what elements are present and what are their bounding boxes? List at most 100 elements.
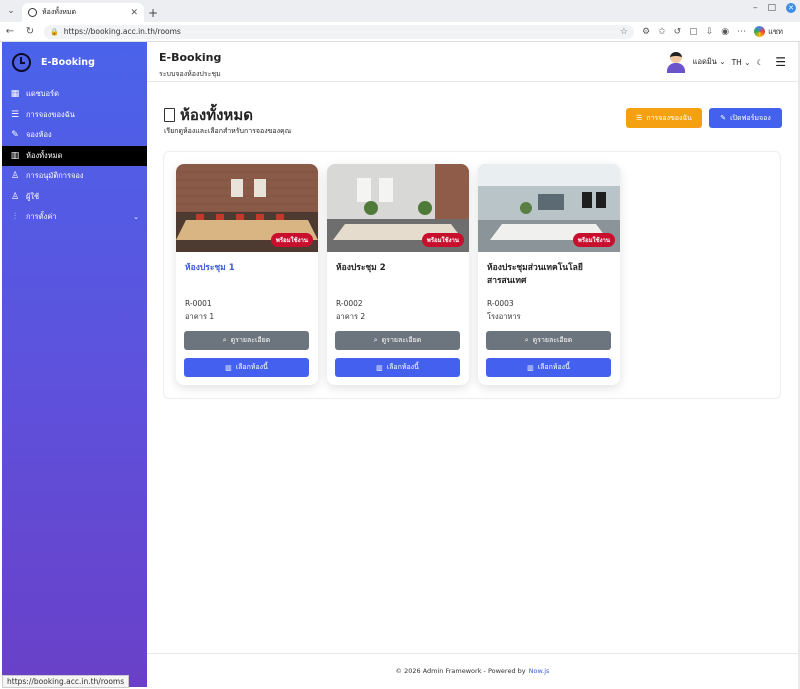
room-name[interactable]: ห้องประชุมส่วนเทคโนโลยีสารสนเทศ <box>487 262 615 288</box>
language-selector[interactable]: TH ⌄ <box>732 58 751 67</box>
extension-icon[interactable]: ⚙ <box>642 27 650 37</box>
select-room-label: เลือกห้องนี้ <box>386 363 419 371</box>
status-badge: พร้อมใช้งาน <box>270 233 313 247</box>
url-text: https://booking.acc.in.th/rooms <box>63 27 181 36</box>
page-subtitle: เรียกดูห้องและเลือกสำหรับการจองของคุณ <box>164 127 292 135</box>
select-room-button[interactable]: ▥ เลือกห้องนี้ <box>184 358 309 377</box>
tab-title: ห้องทั้งหมด <box>42 8 77 16</box>
dark-mode-icon[interactable]: ☾ <box>757 58 764 67</box>
my-bookings-button[interactable]: ☰ การจองของฉัน <box>626 108 702 128</box>
view-details-label: ดูรายละเอียด <box>381 336 422 344</box>
window-controls: – □ ✕ <box>753 3 796 13</box>
select-room-button[interactable]: ▥ เลือกห้องนี้ <box>335 358 460 377</box>
status-badge: พร้อมใช้งาน <box>572 233 615 247</box>
more-menu-icon[interactable]: ⋯ <box>737 27 746 37</box>
downloads-icon[interactable]: ⇩ <box>706 27 714 37</box>
user-check-icon: ♙ <box>10 171 20 182</box>
sidebar-item-all-rooms[interactable]: ▥ ห้องทั้งหมด <box>2 145 147 166</box>
dashboard-icon: ▦ <box>10 89 20 100</box>
sidebar-item-settings[interactable]: ⫶ การตั้งค่า ⌄ <box>2 207 147 228</box>
sidebar-menu: ▦ แดชบอร์ด ☰ การจองของฉัน ✎ จองห้อง ▥ ห้… <box>2 84 147 228</box>
view-details-label: ดูรายละเอียด <box>230 336 271 344</box>
room-building: อาคาร 1 <box>185 312 215 321</box>
room-card: พร้อมใช้งาน ห้องประชุมส่วนเทคโนโลยีสารสน… <box>478 164 620 385</box>
select-room-button[interactable]: ▥ เลือกห้องนี้ <box>486 358 611 377</box>
copilot-chat-button[interactable]: แชท <box>754 26 783 38</box>
room-code: R-0003 <box>487 299 514 308</box>
main-content: ห้องทั้งหมด เรียกดูห้องและเลือกสำหรับการ… <box>147 83 798 653</box>
user-menu[interactable]: แอดมิน ⌄ <box>693 56 726 68</box>
tab-close-icon[interactable]: ✕ <box>130 8 138 18</box>
profile-icon[interactable]: ◉ <box>721 27 729 37</box>
room-photo[interactable]: พร้อมใช้งาน <box>327 164 469 252</box>
list-icon: ☰ <box>10 109 20 120</box>
page-title-text: ห้องทั้งหมด <box>180 106 253 124</box>
collections-icon[interactable]: ▢ <box>689 27 698 37</box>
browser-tab[interactable]: ห้องทั้งหมด ✕ <box>22 3 144 22</box>
room-name[interactable]: ห้องประชุม 2 <box>336 262 464 275</box>
room-building: อาคาร 2 <box>336 312 366 321</box>
room-building: โรงอาหาร <box>487 312 521 321</box>
header-title: E-Booking <box>159 51 222 64</box>
new-tab-button[interactable]: + <box>144 3 162 22</box>
chat-label: แชท <box>768 26 783 36</box>
chevron-down-icon: ⌄ <box>133 213 139 222</box>
favorites-icon[interactable]: ✩ <box>658 27 666 37</box>
my-bookings-label: การจองของฉัน <box>646 113 692 122</box>
sliders-icon: ⫶ <box>13 212 17 223</box>
list-icon: ☰ <box>636 114 643 122</box>
back-icon[interactable]: ← <box>4 26 16 37</box>
tab-list-icon[interactable]: ⌄ <box>0 0 22 22</box>
view-details-label: ดูรายละเอียด <box>532 336 573 344</box>
search-icon: ⌕ <box>222 336 227 344</box>
site-info-icon[interactable]: 🔒 <box>50 28 59 36</box>
open-booking-form-button[interactable]: ✎ เปิดฟอร์มจอง <box>709 108 782 128</box>
room-name[interactable]: ห้องประชุม 1 <box>185 262 313 275</box>
user-area: แอดมิน ⌄ TH ⌄ ☾ ☰ <box>665 51 786 73</box>
sidebar-item-my-bookings[interactable]: ☰ การจองของฉัน <box>2 105 147 126</box>
view-details-button[interactable]: ⌕ ดูรายละเอียด <box>486 331 611 350</box>
view-details-button[interactable]: ⌕ ดูรายละเอียด <box>184 331 309 350</box>
sidebar-item-label: แดชบอร์ด <box>26 89 59 99</box>
room-card: พร้อมใช้งาน ห้องประชุม 2 R-0002 อาคาร 2 … <box>327 164 469 385</box>
building-icon: ▥ <box>10 150 20 161</box>
avatar[interactable] <box>665 51 687 73</box>
users-icon: ♙ <box>10 191 20 202</box>
room-code: R-0002 <box>336 299 363 308</box>
history-icon[interactable]: ↺ <box>674 27 682 37</box>
brand[interactable]: E-Booking <box>2 42 147 82</box>
search-icon: ⌕ <box>373 336 378 344</box>
pencil-icon: ✎ <box>11 130 19 141</box>
minimize-icon[interactable]: – <box>753 3 758 13</box>
room-code: R-0001 <box>185 299 212 308</box>
room-photo[interactable]: พร้อมใช้งาน <box>478 164 620 252</box>
search-icon: ⌕ <box>524 336 529 344</box>
sidebar-item-label: ห้องทั้งหมด <box>26 150 63 160</box>
sidebar-item-approvals[interactable]: ♙ การอนุมัติการจอง <box>2 166 147 187</box>
building-icon: ▥ <box>527 363 534 372</box>
page-title: ห้องทั้งหมด <box>164 103 253 127</box>
room-photo[interactable]: พร้อมใช้งาน <box>176 164 318 252</box>
sidebar-item-dashboard[interactable]: ▦ แดชบอร์ด <box>2 84 147 105</box>
building-icon <box>164 108 175 122</box>
bookmark-star-icon[interactable]: ☆ <box>620 27 628 37</box>
pencil-icon: ✎ <box>720 114 727 122</box>
room-card: พร้อมใช้งาน ห้องประชุม 1 R-0001 อาคาร 1 … <box>176 164 318 385</box>
sidebar-item-book-room[interactable]: ✎ จองห้อง <box>2 125 147 146</box>
browser-tabbar: ⌄ ห้องทั้งหมด ✕ + – □ ✕ <box>0 0 800 22</box>
view-details-button[interactable]: ⌕ ดูรายละเอียด <box>335 331 460 350</box>
close-window-icon[interactable]: ✕ <box>786 3 796 13</box>
language-label: TH <box>731 57 742 67</box>
reload-icon[interactable]: ↻ <box>24 26 36 37</box>
maximize-icon[interactable]: □ <box>767 3 776 13</box>
hamburger-menu-icon[interactable]: ☰ <box>775 55 786 69</box>
building-icon: ▥ <box>225 363 232 372</box>
user-name: แอดมิน <box>692 57 717 66</box>
building-icon: ▥ <box>376 363 383 372</box>
address-bar[interactable]: 🔒 https://booking.acc.in.th/rooms ☆ <box>44 24 634 39</box>
sidebar-item-users[interactable]: ♙ ผู้ใช้ <box>2 187 147 208</box>
footer-text: © 2026 Admin Framework - Powered by <box>395 666 526 675</box>
footer-link[interactable]: Now.js <box>529 667 550 675</box>
sidebar-item-label: การอนุมัติการจอง <box>26 171 84 181</box>
copilot-icon <box>754 26 766 37</box>
